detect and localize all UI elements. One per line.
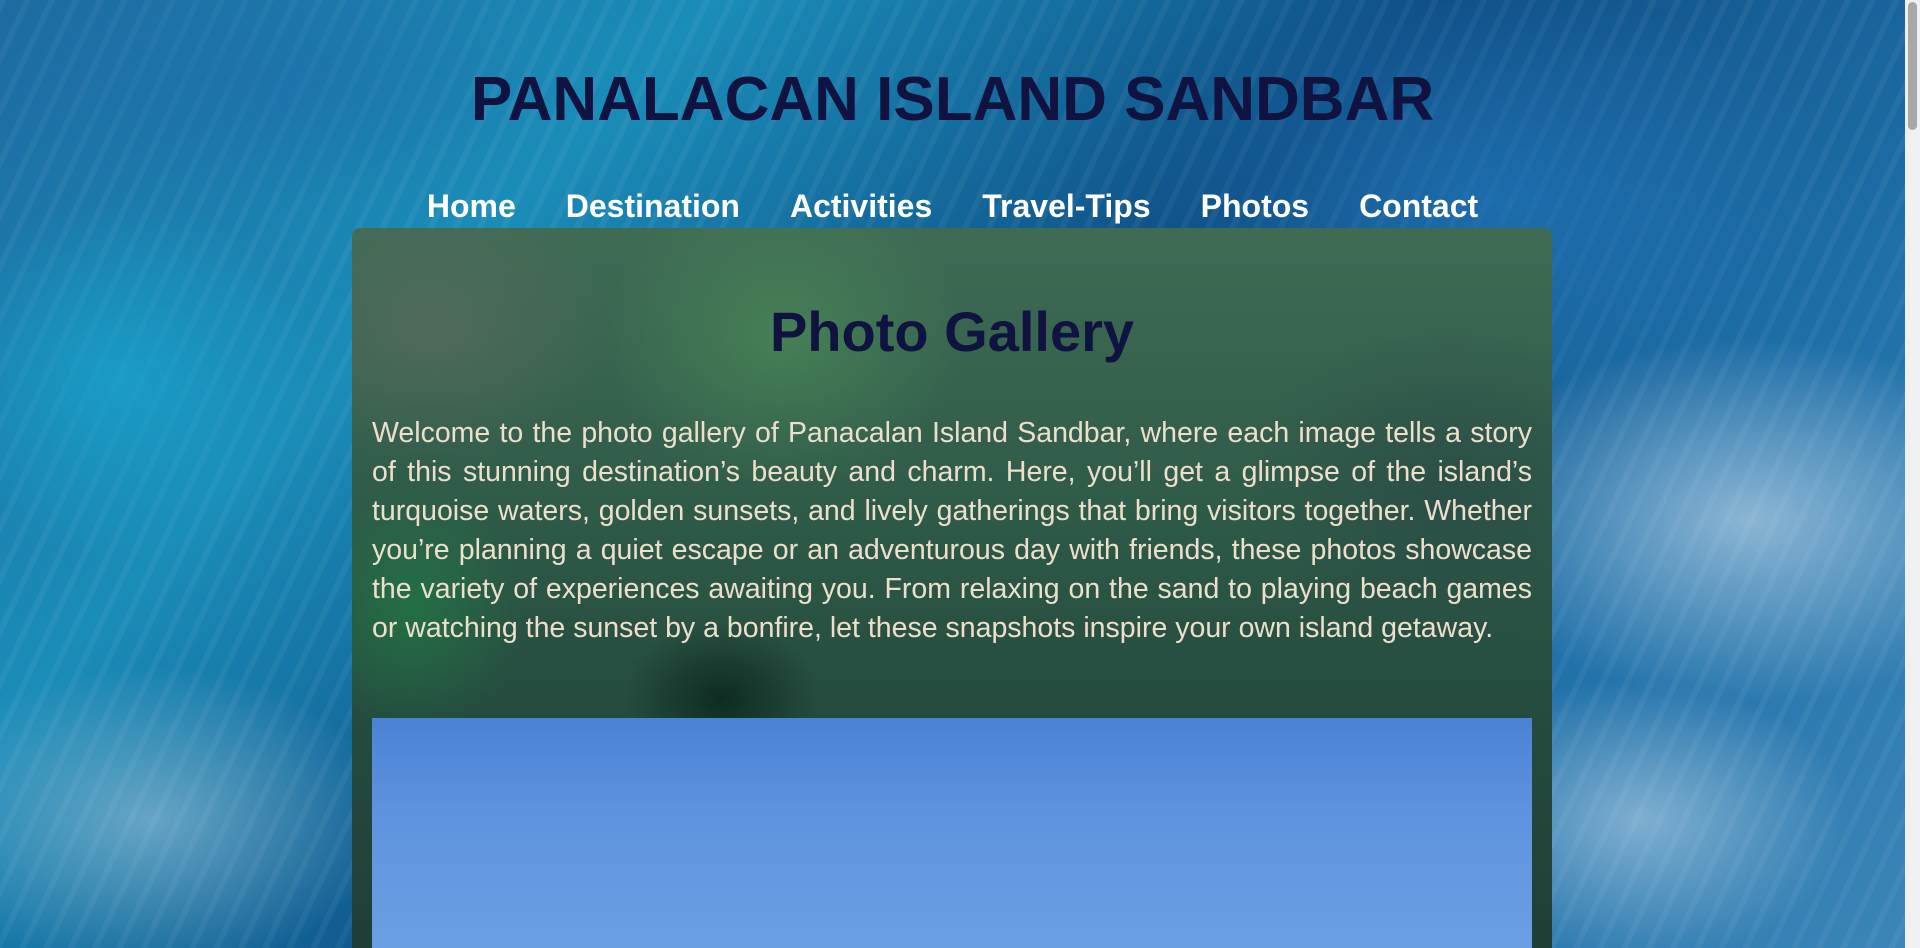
main-nav: Home Destination Activities Travel-Tips … bbox=[0, 186, 1905, 226]
scrollbar-thumb[interactable] bbox=[1908, 2, 1917, 130]
site-title: PANALACAN ISLAND SANDBAR bbox=[470, 65, 1435, 134]
nav-home-link[interactable]: Home bbox=[427, 186, 516, 226]
page-scrollbar[interactable] bbox=[1905, 0, 1920, 948]
nav-destination-link[interactable]: Destination bbox=[566, 186, 740, 226]
gallery-heading: Photo Gallery bbox=[769, 300, 1135, 363]
nav-photos-link[interactable]: Photos bbox=[1201, 186, 1309, 226]
nav-contact-link[interactable]: Contact bbox=[1359, 186, 1478, 226]
nav-travel-tips-link[interactable]: Travel-Tips bbox=[982, 186, 1150, 226]
gallery-panel: Photo Gallery Welcome to the photo galle… bbox=[352, 228, 1552, 948]
gallery-photo-sky bbox=[372, 718, 1532, 948]
gallery-intro-text: Welcome to the photo gallery of Panacala… bbox=[372, 417, 1532, 644]
nav-activities-link[interactable]: Activities bbox=[790, 186, 932, 226]
